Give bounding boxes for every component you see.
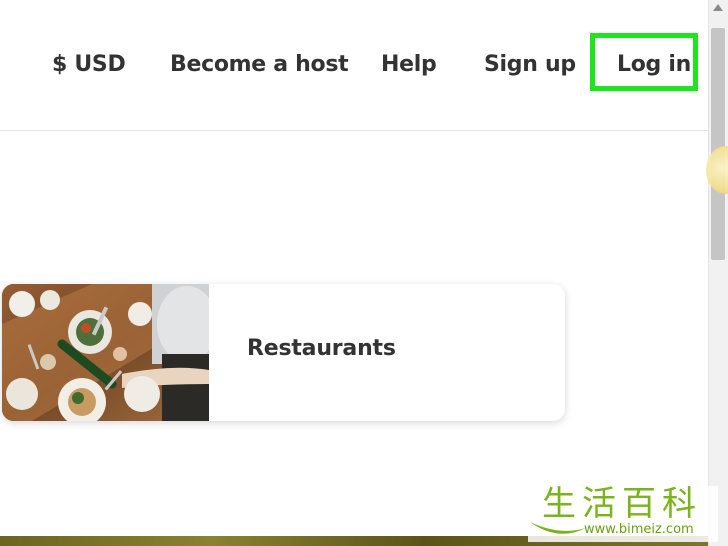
vertical-scrollbar[interactable] xyxy=(708,0,728,546)
restaurant-photo-illustration xyxy=(2,284,209,421)
login-highlight-box: Log in xyxy=(590,33,698,91)
scroll-up-arrow-icon[interactable] xyxy=(713,4,723,11)
log-in-link[interactable]: Log in xyxy=(617,48,691,82)
watermark-characters: 生活百科 xyxy=(542,484,702,524)
restaurant-photo xyxy=(2,284,209,421)
sign-up-link[interactable]: Sign up xyxy=(484,48,576,82)
scrollbar-thumb[interactable] xyxy=(711,28,725,260)
watermark-url: www.bimeiz.com xyxy=(584,522,694,537)
become-host-link[interactable]: Become a host xyxy=(170,48,349,82)
help-link[interactable]: Help xyxy=(381,48,437,82)
watermark: 生活百科 www.bimeiz.com xyxy=(528,486,718,542)
page: $ USD Become a host Help Sign up Log in xyxy=(0,0,728,546)
category-card-restaurants[interactable]: Restaurants xyxy=(2,284,565,421)
category-label-restaurants: Restaurants xyxy=(247,336,396,361)
top-navigation: $ USD Become a host Help Sign up Log in xyxy=(0,0,708,131)
currency-selector[interactable]: $ USD xyxy=(52,48,126,82)
